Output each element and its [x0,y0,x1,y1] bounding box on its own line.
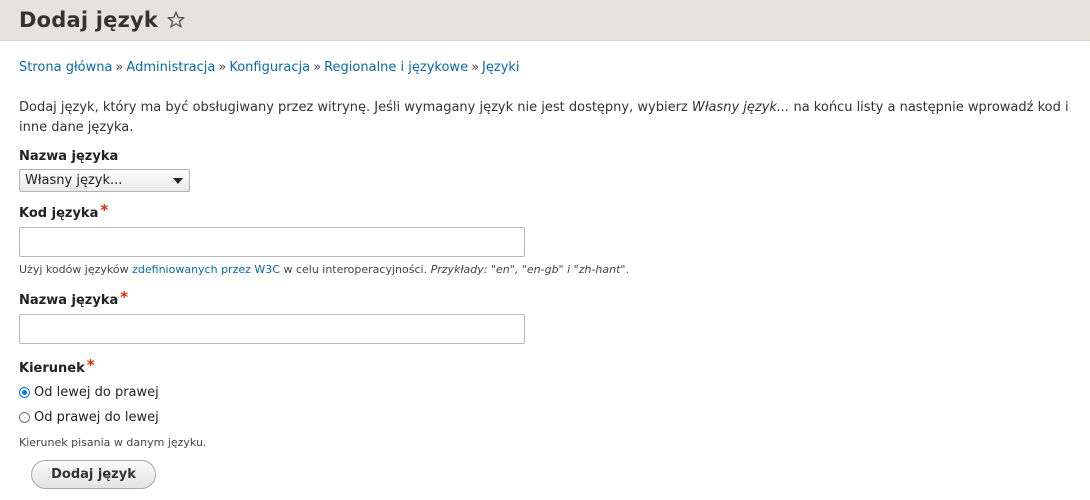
required-marker: * [86,356,95,374]
langcode-field: Kod języka * Użyj kodów języków zdefiniow… [19,201,1071,278]
dropdown-arrow-icon [173,178,183,184]
language-select-label: Nazwa języka [19,149,119,164]
main-content: Strona główna» Administracja» Konfiguracja… [0,59,1090,489]
langcode-description: Użyj kodów języków zdefiniowanych przez … [19,262,1071,278]
langcode-label-text: Kod języka [19,206,99,221]
breadcrumb-regional[interactable]: Regionalne i językowe [324,60,468,75]
intro-emphasis: Własny język... [691,100,790,115]
radio-rtl[interactable] [19,411,30,423]
breadcrumb-home[interactable]: Strona główna [19,60,112,75]
langcode-desc-examples: Przykłady: "en", "en-gb" i "zh-hant" [430,263,626,276]
direction-label-text: Kierunek [19,361,85,376]
breadcrumb-languages[interactable]: Języki [482,60,520,75]
direction-label: Kierunek * [19,356,1071,378]
language-select-value: Własny język... [25,173,123,188]
language-name-label-text: Nazwa języka [19,293,119,308]
langcode-input[interactable] [19,227,525,257]
langcode-desc-part2: w celu interoperacyjności. [279,263,431,276]
page-title: Dodaj język [19,8,159,32]
add-language-button[interactable]: Dodaj język [31,460,156,489]
required-marker: * [100,201,109,219]
direction-option-ltr[interactable]: Od lewej do prawej [19,381,1071,403]
breadcrumb-separator: » [218,60,227,75]
language-name-label: Nazwa języka * [19,288,1071,310]
langcode-desc-end: . [625,263,630,276]
language-select[interactable]: Własny język... [19,169,190,192]
language-select-field: Nazwa języka Własny język... [19,148,1071,192]
intro-part1: Dodaj język, który ma być obsługiwany pr… [19,100,692,115]
direction-option-rtl[interactable]: Od prawej do lewej [19,406,1071,428]
language-name-field: Nazwa języka * [19,288,1071,344]
w3c-link[interactable]: zdefiniowanych przez W3C [132,263,280,276]
breadcrumb-configuration[interactable]: Konfiguracja [229,60,310,75]
breadcrumb-separator: » [471,60,480,75]
direction-field: Kierunek * Od lewej do prawej Od prawej d… [19,356,1071,449]
breadcrumb-separator: » [115,60,124,75]
required-marker: * [120,288,129,306]
radio-ltr[interactable] [19,386,30,398]
direction-option-rtl-label[interactable]: Od prawej do lewej [34,410,159,425]
breadcrumb-separator: » [313,60,322,75]
langcode-label: Kod języka * [19,201,1071,223]
direction-option-ltr-label[interactable]: Od lewej do prawej [34,385,159,400]
star-outline-icon[interactable] [166,10,186,30]
direction-description: Kierunek pisania w danym języku. [19,436,207,449]
breadcrumb-administration[interactable]: Administracja [126,60,215,75]
intro-text: Dodaj język, który ma być obsługiwany pr… [19,98,1079,138]
language-name-input[interactable] [19,314,525,344]
page-header: Dodaj język [0,0,1090,41]
breadcrumb: Strona główna» Administracja» Konfiguracja… [19,59,1071,77]
langcode-desc-part1: Użyj kodów języków [19,263,133,276]
